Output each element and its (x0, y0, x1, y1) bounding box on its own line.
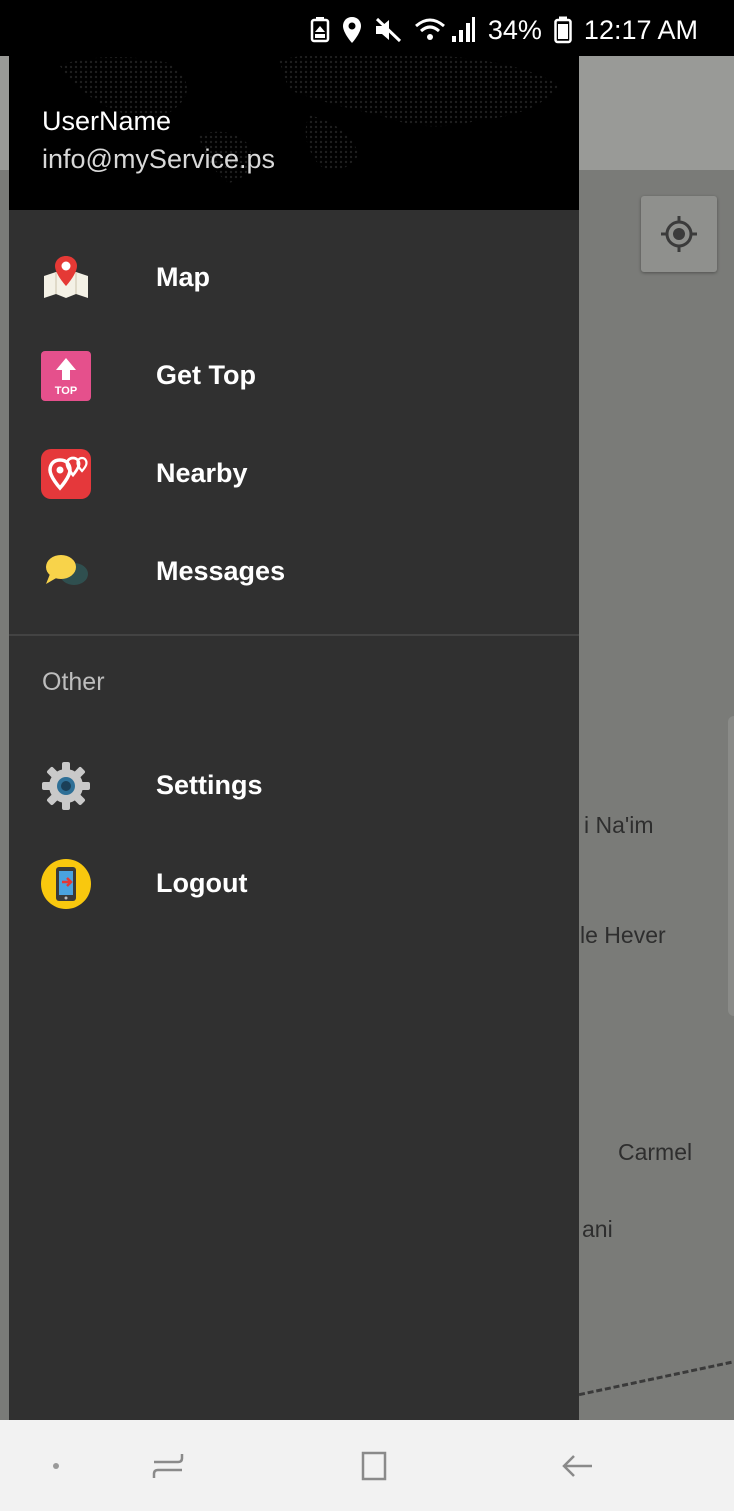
map-road-line (561, 1355, 734, 1404)
drawer-item-settings[interactable]: Settings (9, 736, 579, 834)
drawer-section-title: Other (42, 668, 105, 696)
navigation-drawer: UserName info@myService.ps Map TOP Get T… (9, 0, 579, 1420)
mute-icon (374, 17, 402, 43)
back-arrow-icon (562, 1455, 592, 1477)
drawer-item-nearby[interactable]: Nearby (9, 424, 579, 522)
chat-bubble-icon (40, 546, 92, 598)
recent-apps-icon (152, 1454, 184, 1478)
clock: 12:17 AM (583, 14, 698, 45)
battery-percent: 34% (487, 14, 542, 45)
map-pin-icon (40, 252, 92, 304)
map-place-label: le Hever (580, 922, 666, 948)
svg-text:TOP: TOP (55, 385, 77, 397)
home-button[interactable] (344, 1440, 404, 1492)
back-button[interactable] (548, 1440, 608, 1492)
drawer-item-label: Map (156, 262, 210, 292)
map-place-label: ani (582, 1216, 613, 1242)
hide-nav-dot-button[interactable] (26, 1440, 86, 1492)
map-place-label: Carmel (618, 1139, 693, 1165)
dot-icon (53, 1463, 59, 1469)
nearby-pins-icon (40, 448, 92, 500)
drawer-divider (9, 634, 579, 636)
drawer-item-map[interactable]: Map (9, 228, 579, 326)
drawer-item-label: Nearby (156, 458, 248, 488)
my-location-button[interactable] (641, 196, 717, 272)
map-side-card (728, 716, 734, 1016)
drawer-item-label: Settings (156, 770, 263, 800)
drawer-item-label: Logout (156, 868, 248, 898)
gear-icon (40, 760, 92, 812)
crosshair-icon (661, 216, 697, 252)
battery-saver-icon (310, 17, 330, 43)
map-place-label: i Na'im (584, 812, 654, 838)
location-icon (342, 16, 362, 44)
status-icons: 34% 12:17 AM (310, 12, 698, 48)
recent-apps-button[interactable] (138, 1440, 198, 1492)
top-arrow-icon: TOP (40, 350, 92, 402)
user-email: info@myService.ps (42, 144, 275, 174)
status-bar: 34% 12:17 AM (0, 0, 734, 56)
system-navigation-bar (0, 1420, 734, 1511)
drawer-item-get-top[interactable]: TOP Get Top (9, 326, 579, 424)
drawer-item-messages[interactable]: Messages (9, 522, 579, 620)
user-name: UserName (42, 106, 172, 136)
drawer-item-label: Messages (156, 556, 286, 586)
battery-icon (554, 16, 572, 44)
drawer-item-logout[interactable]: Logout (9, 834, 579, 932)
drawer-item-label: Get Top (156, 360, 256, 390)
logout-phone-icon (40, 858, 92, 910)
home-square-icon (361, 1451, 387, 1481)
wifi-signal-icon (414, 16, 476, 44)
